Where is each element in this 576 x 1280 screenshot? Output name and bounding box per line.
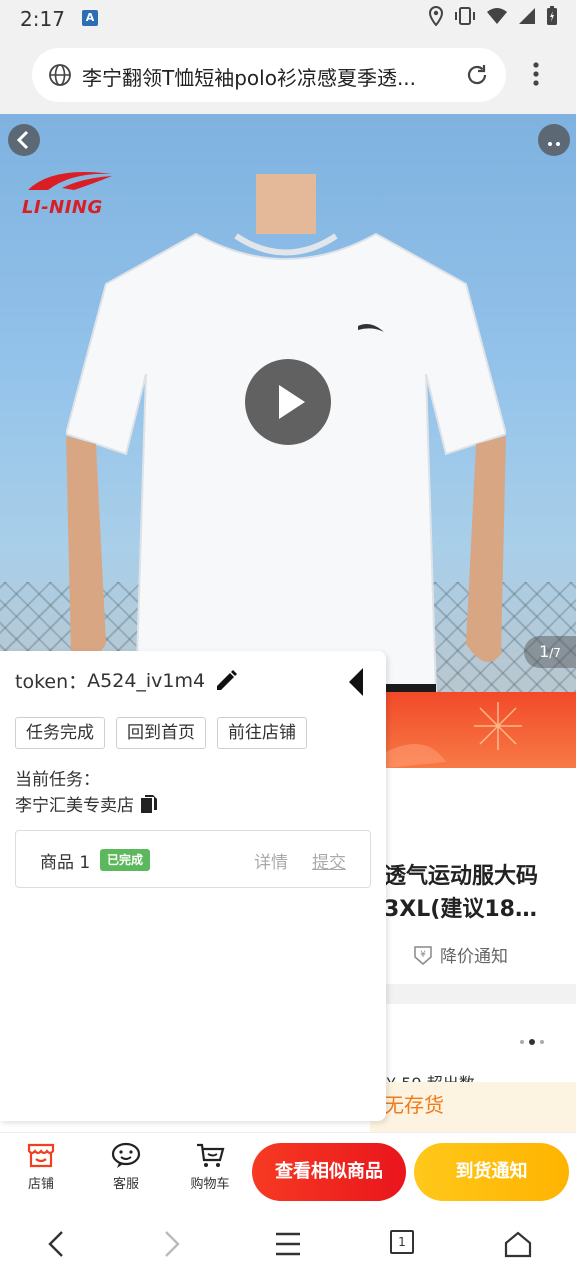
- token-row: token： A524_iv1m4: [15, 667, 205, 694]
- more-dots-icon: [548, 142, 560, 146]
- carousel-dots: [520, 1039, 544, 1045]
- price-notify-label: 降价通知: [440, 947, 508, 967]
- customer-service-tab[interactable]: 客服: [96, 1141, 156, 1192]
- price-drop-notify[interactable]: ¥ 降价通知: [412, 942, 508, 967]
- task-overlay-panel: token： A524_iv1m4 任务完成 回到首页 前往店铺 当前任务： 李…: [0, 651, 386, 1121]
- copy-icon[interactable]: [140, 794, 158, 814]
- menu-lines-icon[interactable]: [274, 1230, 302, 1258]
- address-bar[interactable]: 李宁翻领T恤短袖polo衫凉感夏季透...: [32, 48, 506, 102]
- brand-logo: LI-NING: [22, 164, 118, 218]
- cart-icon: [197, 1143, 225, 1167]
- more-button[interactable]: [538, 124, 570, 156]
- battery-icon: [547, 6, 557, 25]
- store-tab[interactable]: 店铺: [11, 1141, 71, 1192]
- cart-label: 购物车: [190, 1177, 230, 1192]
- store-icon: [27, 1143, 55, 1168]
- goods-item-row: 商品 1 已完成 详情 提交: [15, 830, 371, 888]
- image-page-indicator: 1/7: [524, 636, 576, 668]
- status-time: 2:17: [20, 7, 65, 31]
- restock-notify-button[interactable]: 到货通知: [414, 1143, 569, 1201]
- product-title-line-2[interactable]: 3XL(建议18…: [384, 891, 576, 923]
- service-label: 客服: [112, 1177, 139, 1192]
- browser-toolbar: 李宁翻领T恤短袖polo衫凉感夏季透...: [0, 36, 576, 114]
- vibrate-icon: [455, 7, 475, 25]
- lining-logo-mark-icon: [28, 172, 112, 190]
- page-title-url[interactable]: 李宁翻领T恤短袖polo衫凉感夏季透...: [82, 62, 462, 91]
- product-image-carousel[interactable]: LI-NING 1/7: [0, 114, 576, 692]
- product-title-line-1: 透气运动服大码: [384, 864, 539, 889]
- cell-signal-icon: [519, 8, 535, 24]
- svg-text:¥: ¥: [420, 950, 426, 960]
- task-complete-button[interactable]: 任务完成: [15, 717, 105, 749]
- wifi-icon: [487, 8, 507, 24]
- notification-app-icon: A: [82, 10, 98, 26]
- status-bar: 2:17 A: [0, 0, 576, 36]
- image-counter-current: 1: [539, 642, 550, 661]
- back-arrow-icon[interactable]: [44, 1230, 68, 1258]
- bottom-action-bar: 店铺 客服 购物车 查看相似商品 到货通知: [0, 1132, 576, 1210]
- collapse-triangle-icon[interactable]: [347, 668, 367, 696]
- video-play-button[interactable]: [245, 359, 331, 445]
- status-icons: [428, 6, 558, 26]
- brand-logo-text: LI-NING: [22, 197, 103, 218]
- task-store-name: 李宁汇美专卖店: [15, 796, 134, 816]
- pencil-icon[interactable]: [214, 669, 238, 693]
- current-task-label: 当前任务：: [15, 770, 100, 790]
- token-value: A524_iv1m4: [87, 669, 206, 692]
- back-button[interactable]: [8, 124, 40, 156]
- out-of-stock-banner: 无存货: [370, 1082, 576, 1132]
- firework-icon: [386, 702, 522, 768]
- cart-tab[interactable]: 购物车: [180, 1141, 240, 1192]
- tabs-count-button[interactable]: 1: [390, 1230, 414, 1254]
- globe-icon: [49, 64, 71, 86]
- image-counter-total: /7: [549, 646, 561, 660]
- partial-price-text: ¥ 59 超出数: [386, 1070, 576, 1082]
- play-icon: [279, 385, 305, 419]
- promo-banner: [386, 692, 576, 768]
- goods-detail-link[interactable]: 详情: [254, 848, 288, 873]
- chevron-left-icon: [16, 130, 29, 150]
- browser-bottom-nav: 1: [0, 1210, 576, 1280]
- store-label: 店铺: [27, 1177, 54, 1192]
- home-icon[interactable]: [504, 1230, 532, 1258]
- back-home-button[interactable]: 回到首页: [116, 717, 206, 749]
- price-tag-icon: ¥: [414, 945, 432, 965]
- overflow-menu-icon[interactable]: [524, 60, 548, 88]
- token-label: token：: [15, 671, 88, 693]
- section-divider: [370, 984, 576, 1004]
- goods-name: 商品 1: [40, 853, 91, 873]
- view-similar-button[interactable]: 查看相似商品: [252, 1143, 406, 1201]
- chat-smile-icon: [111, 1142, 141, 1168]
- panel-button-row: 任务完成 回到首页 前往店铺: [15, 717, 307, 749]
- forward-arrow-icon[interactable]: [160, 1230, 184, 1258]
- reload-icon[interactable]: [464, 62, 490, 88]
- completed-badge: 已完成: [100, 849, 151, 871]
- go-to-store-button[interactable]: 前往店铺: [217, 717, 307, 749]
- location-icon: [428, 6, 444, 26]
- goods-submit-link[interactable]: 提交: [312, 848, 346, 873]
- current-task-value: 李宁汇美专卖店: [15, 791, 158, 816]
